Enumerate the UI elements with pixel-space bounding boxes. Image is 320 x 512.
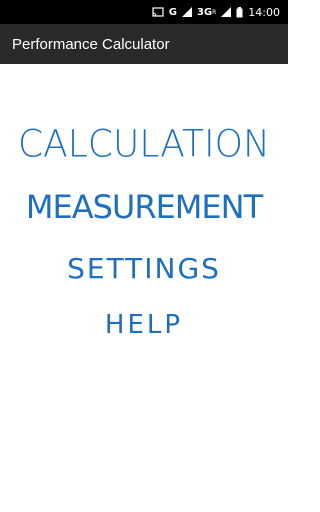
menu-item-settings[interactable]: SETTINGS	[0, 252, 288, 285]
action-bar: Performance Calculator	[0, 24, 288, 64]
clock: 14:00	[248, 5, 280, 19]
signal-icon	[181, 7, 192, 17]
network-type-label: 3G	[196, 6, 213, 18]
signal-icon-2	[221, 7, 232, 17]
menu-item-measurement[interactable]: MEASUREMENT	[0, 188, 288, 226]
status-bar: G 3G R 14:00	[0, 0, 288, 24]
cast-icon	[152, 7, 164, 17]
app-title: Performance Calculator	[12, 35, 170, 53]
menu-item-calculation[interactable]: CALCULATION	[0, 123, 288, 166]
battery-icon	[236, 6, 243, 18]
network-label: G	[168, 6, 177, 18]
network-type: 3G R	[197, 7, 216, 18]
network-type-sup: R	[212, 8, 217, 16]
menu-item-help[interactable]: HELP	[0, 310, 288, 340]
